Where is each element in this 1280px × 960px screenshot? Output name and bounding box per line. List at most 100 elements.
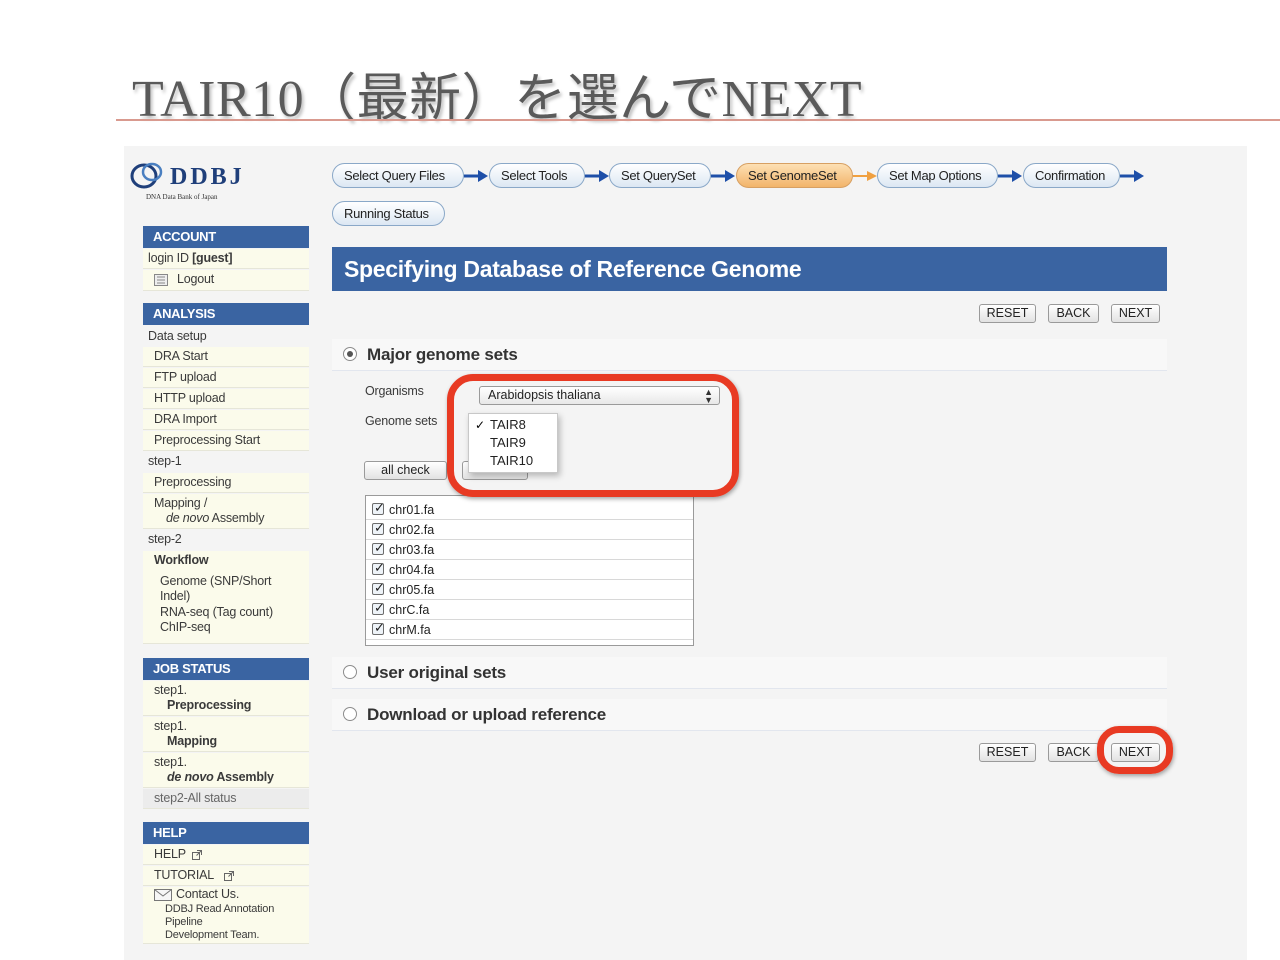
genome-files-list: ✓ chr01.fa ✓ chr02.fa ✓ chr03.fa ✓ chr04.fa … xyxy=(365,495,694,646)
help-heading: HELP xyxy=(143,822,309,844)
file-checkbox[interactable]: ✓ xyxy=(372,540,385,555)
major-genome-sets-row[interactable]: Major genome sets xyxy=(332,339,1167,371)
step-set-genomeset[interactable]: Set GenomeSet xyxy=(736,163,853,188)
arrow-right-icon xyxy=(464,170,488,182)
step-select-tools[interactable]: Select Tools xyxy=(489,163,585,188)
workflow-item-rnaseq[interactable]: RNA-seq (Tag count) xyxy=(160,605,273,619)
sidebar-item-all-status[interactable]: step2-All status xyxy=(143,789,309,809)
logout-row[interactable]: Logout xyxy=(143,270,309,291)
ddbj-logo[interactable]: DDBJ DNA Data Bank of Japan xyxy=(130,158,280,208)
slide-divider xyxy=(116,119,1280,121)
account-heading: ACCOUNT xyxy=(143,226,309,248)
file-name: chrM.fa xyxy=(389,623,431,637)
arrow-right-icon xyxy=(1120,170,1144,182)
job-status-heading: JOB STATUS xyxy=(143,658,309,680)
arrow-right-icon xyxy=(585,170,609,182)
job-status-mapping[interactable]: step1. Mapping xyxy=(143,717,309,752)
denovo-label: de novo xyxy=(166,511,210,525)
sidebar-item-ftp-upload[interactable]: FTP upload xyxy=(143,368,309,388)
tutorial-row[interactable]: TUTORIAL xyxy=(143,866,309,886)
sidebar-item-preprocessing[interactable]: Preprocessing xyxy=(143,473,309,493)
sidebar-item-http-upload[interactable]: HTTP upload xyxy=(143,389,309,409)
login-id-label: login ID xyxy=(148,251,193,265)
file-name: chr05.fa xyxy=(389,583,435,597)
logo-subtitle: DNA Data Bank of Japan xyxy=(146,193,218,201)
workflow-label: Workflow xyxy=(154,553,209,567)
file-name: chr01.fa xyxy=(389,503,435,517)
list-item[interactable]: ✓ chr01.fa xyxy=(366,500,693,520)
file-checkbox[interactable]: ✓ xyxy=(372,520,385,535)
logout-link[interactable]: Logout xyxy=(177,272,214,286)
file-checkbox[interactable]: ✓ xyxy=(372,560,385,575)
contact-box: Contact Us. DDBJ Read Annotation Pipelin… xyxy=(143,887,309,944)
job-status-preprocessing[interactable]: step1. Preprocessing xyxy=(143,681,309,716)
list-item[interactable]: ✓ chr02.fa xyxy=(366,520,693,540)
next-highlight xyxy=(1097,726,1173,774)
workflow-item-genome[interactable]: Genome (SNP/Short xyxy=(160,574,271,588)
help-row[interactable]: HELP xyxy=(143,845,309,865)
list-item[interactable]: ✓ chr04.fa xyxy=(366,560,693,580)
job-status-denovo[interactable]: step1. de novo Assembly xyxy=(143,753,309,788)
back-button-top[interactable]: BACK xyxy=(1048,304,1099,323)
file-checkbox[interactable]: ✓ xyxy=(372,500,385,515)
analysis-heading: ANALYSIS xyxy=(143,303,309,325)
workflow-item-genome-cont[interactable]: Indel) xyxy=(160,589,190,603)
step-running-status[interactable]: Running Status xyxy=(332,201,445,226)
list-item[interactable]: ✓ chrC.fa xyxy=(366,600,693,620)
dropdown-highlight xyxy=(447,374,739,497)
team-line-1: DDBJ Read Annotation xyxy=(165,903,275,915)
arrow-right-icon xyxy=(711,170,735,182)
step1-label: step-1 xyxy=(148,454,182,468)
job-step-label: step1. xyxy=(154,683,187,697)
arrow-right-icon xyxy=(853,171,877,181)
user-original-sets-row[interactable]: User original sets xyxy=(332,657,1167,689)
sidebar-item-dra-import[interactable]: DRA Import xyxy=(143,410,309,430)
user-original-sets-radio[interactable] xyxy=(343,665,357,679)
page-title: Specifying Database of Reference Genome xyxy=(332,247,1167,291)
user-original-sets-label: User original sets xyxy=(367,663,507,682)
job-name-label: Preprocessing xyxy=(167,698,252,712)
sidebar-item-preprocessing-start[interactable]: Preprocessing Start xyxy=(143,431,309,451)
genome-sets-label: Genome sets xyxy=(365,414,438,428)
list-item[interactable]: ✓ chr05.fa xyxy=(366,580,693,600)
job-step-label: step1. xyxy=(154,755,187,769)
login-id-row: login ID [guest] xyxy=(143,249,309,269)
team-line-2: Pipeline xyxy=(165,916,203,928)
all-check-button[interactable]: all check xyxy=(364,461,447,480)
next-button-top[interactable]: NEXT xyxy=(1111,304,1160,323)
tutorial-link[interactable]: TUTORIAL xyxy=(154,868,214,882)
back-button-bottom[interactable]: BACK xyxy=(1048,743,1099,762)
job-name-label: Mapping xyxy=(167,734,217,748)
download-upload-label: Download or upload reference xyxy=(367,705,607,724)
job-name-rest: Assembly xyxy=(213,770,274,784)
list-item[interactable]: ✓ chrM.fa xyxy=(366,620,693,640)
login-id-value: [guest] xyxy=(192,251,233,265)
sidebar-item-mapping-assembly[interactable]: Mapping / de novo Assembly xyxy=(143,494,309,529)
step-confirmation[interactable]: Confirmation xyxy=(1023,163,1120,188)
step-select-query-files[interactable]: Select Query Files xyxy=(332,163,464,188)
job-step-label: step1. xyxy=(154,719,187,733)
data-setup-label: Data setup xyxy=(148,329,207,343)
download-upload-row[interactable]: Download or upload reference xyxy=(332,699,1167,731)
sidebar-item-dra-start[interactable]: DRA Start xyxy=(143,347,309,367)
major-genome-sets-radio[interactable] xyxy=(343,347,357,361)
file-name: chrC.fa xyxy=(389,603,430,617)
contact-link[interactable]: Contact Us. xyxy=(176,887,239,901)
step-set-map-options[interactable]: Set Map Options xyxy=(877,163,998,188)
file-checkbox[interactable]: ✓ xyxy=(372,580,385,595)
team-line-3: Development Team. xyxy=(165,929,260,941)
list-item[interactable]: ✓ chr03.fa xyxy=(366,540,693,560)
help-link[interactable]: HELP xyxy=(154,847,186,861)
reset-button-bottom[interactable]: RESET xyxy=(979,743,1036,762)
workflow-item-chipseq[interactable]: ChIP-seq xyxy=(160,620,211,634)
logo-text: DDBJ xyxy=(170,164,245,190)
file-checkbox[interactable]: ✓ xyxy=(372,620,385,635)
job-name-italic: de novo xyxy=(167,770,214,784)
file-name: chr02.fa xyxy=(389,523,435,537)
step2-label: step-2 xyxy=(148,532,182,546)
reset-button-top[interactable]: RESET xyxy=(979,304,1036,323)
logout-icon xyxy=(154,274,168,286)
step-set-queryset[interactable]: Set QuerySet xyxy=(609,163,711,188)
file-checkbox[interactable]: ✓ xyxy=(372,600,385,615)
download-upload-radio[interactable] xyxy=(343,707,357,721)
